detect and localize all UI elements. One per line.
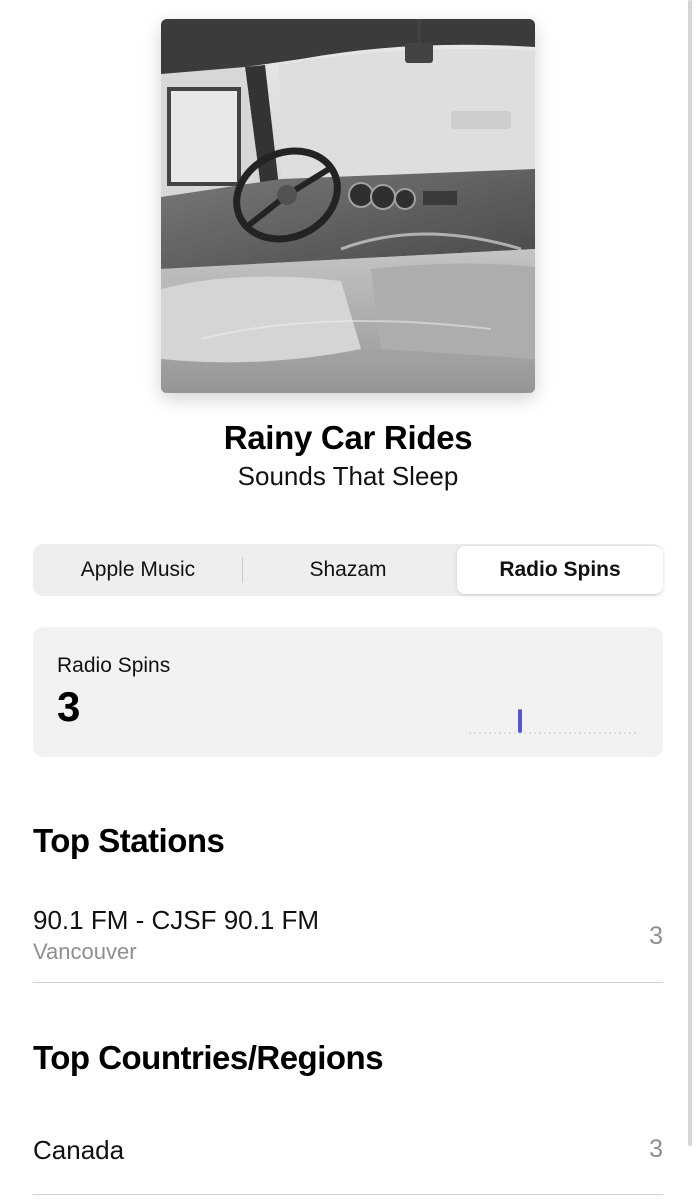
- station-name: 90.1 FM - CJSF 90.1 FM: [33, 905, 320, 935]
- region-name: Canada: [33, 1135, 125, 1165]
- station-row[interactable]: 90.1 FM - CJSF 90.1 FM Vancouver 3: [33, 900, 663, 983]
- region-row[interactable]: Canada 3: [33, 1120, 663, 1195]
- spins-sparkline: [469, 709, 639, 734]
- station-spin-count: 3: [649, 922, 663, 950]
- top-stations-heading: Top Stations: [33, 822, 225, 859]
- radio-spins-card[interactable]: Radio Spins 3: [33, 627, 663, 757]
- artist-name[interactable]: Sounds That Sleep: [0, 461, 696, 492]
- card-value: 3: [57, 683, 81, 730]
- source-segmented-control: Apple Music Shazam Radio Spins: [33, 544, 663, 596]
- car-interior-photo: [161, 19, 535, 393]
- segment-divider: [242, 557, 243, 583]
- tab-radio-spins[interactable]: Radio Spins: [457, 546, 663, 594]
- station-location: Vancouver: [33, 939, 137, 964]
- scroll-indicator[interactable]: [688, 0, 692, 1146]
- region-spin-count: 3: [649, 1135, 663, 1163]
- song-title: Rainy Car Rides: [223, 419, 473, 456]
- tab-apple-music[interactable]: Apple Music: [35, 546, 241, 594]
- album-artwork[interactable]: [161, 19, 535, 393]
- tab-shazam[interactable]: Shazam: [245, 546, 451, 594]
- sparkline-bar: [518, 709, 522, 733]
- song-stats-page: Rainy Car Rides Sounds That Sleep Apple …: [0, 0, 696, 1200]
- top-regions-heading: Top Countries/Regions: [33, 1039, 384, 1076]
- card-label: Radio Spins: [57, 654, 171, 677]
